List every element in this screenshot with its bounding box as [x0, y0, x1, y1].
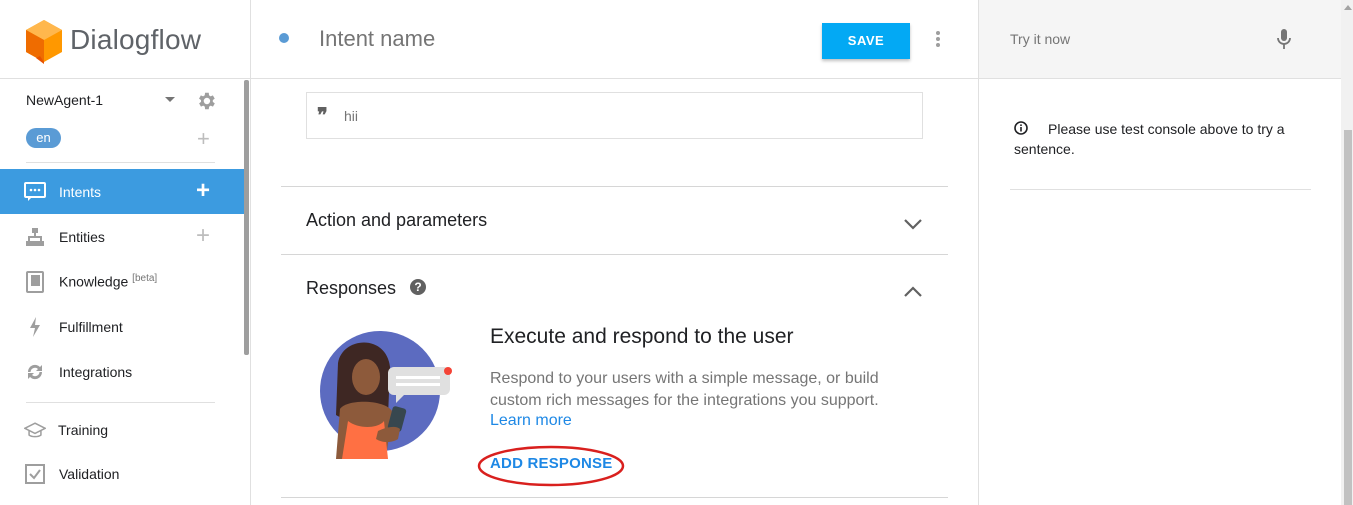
graduation-cap-icon [24, 419, 46, 441]
responses-empty-description: Respond to your users with a simple mess… [490, 370, 879, 409]
help-icon[interactable]: ? [410, 279, 426, 295]
sidebar-item-integrations[interactable]: Integrations [0, 349, 244, 394]
divider [26, 162, 215, 163]
save-button[interactable]: SAVE [822, 23, 910, 59]
test-console-info-text: Please use test console above to try a s… [1014, 121, 1285, 157]
learn-more-link[interactable]: Learn more [490, 412, 572, 430]
sidebar-item-label: Validation [59, 465, 120, 482]
sidebar: Dialogflow NewAgent-1 en + Intents + Ent… [0, 0, 251, 505]
intent-name-input[interactable]: Intent name [319, 26, 435, 52]
intent-status-dot [279, 33, 289, 43]
action-parameters-title[interactable]: Action and parameters [306, 210, 487, 231]
right-panel-scrollbar[interactable] [1341, 0, 1353, 505]
sidebar-item-entities[interactable]: Entities + [0, 214, 244, 259]
test-console-panel: Try it now Please use test console above… [978, 0, 1353, 505]
logo[interactable]: Dialogflow [0, 0, 250, 79]
test-console-bar: Try it now [979, 0, 1341, 79]
add-language-icon[interactable]: + [197, 128, 210, 150]
language-badge[interactable]: en [26, 128, 61, 148]
divider [1010, 189, 1311, 190]
chevron-up-icon[interactable] [903, 286, 923, 298]
dialogflow-logo-icon [26, 20, 62, 64]
divider [281, 497, 948, 498]
try-it-now-input[interactable]: Try it now [1010, 31, 1070, 47]
checkbox-icon [24, 463, 46, 485]
scrollbar-thumb[interactable] [1344, 130, 1352, 505]
sidebar-item-label: Knowledge [beta] [59, 273, 158, 290]
responses-illustration [320, 331, 452, 459]
gear-icon[interactable] [195, 90, 217, 112]
add-intent-icon[interactable]: + [196, 179, 210, 203]
sidebar-item-label: Fulfillment [59, 318, 123, 335]
microphone-icon[interactable] [1277, 28, 1291, 50]
add-entity-icon[interactable]: + [196, 224, 210, 248]
divider [281, 186, 948, 187]
chevron-down-icon[interactable] [903, 218, 923, 230]
chat-icon [24, 181, 46, 203]
more-vert-icon[interactable] [935, 30, 941, 48]
intent-header: Intent name SAVE [251, 0, 978, 79]
app-name: Dialogflow [70, 24, 202, 55]
divider [281, 254, 948, 255]
sidebar-item-training[interactable]: Training [0, 407, 244, 452]
sidebar-item-fulfillment[interactable]: Fulfillment [0, 304, 244, 349]
agent-selector[interactable]: NewAgent-1 [26, 92, 103, 108]
sidebar-item-label: Integrations [59, 363, 133, 380]
hierarchy-icon [24, 226, 46, 248]
add-response-button[interactable]: ADD RESPONSE [490, 455, 612, 472]
sidebar-item-intents[interactable]: Intents + [0, 169, 244, 214]
training-phrase-text[interactable]: hii [344, 108, 358, 124]
sidebar-scrollbar[interactable] [244, 80, 249, 355]
sidebar-item-validation[interactable]: Validation [0, 451, 244, 496]
chevron-down-icon[interactable] [165, 97, 175, 102]
responses-title[interactable]: Responses [306, 278, 396, 299]
training-phrase-row[interactable]: ❞ hii [306, 92, 923, 139]
bolt-icon [24, 316, 46, 338]
responses-empty-title: Execute and respond to the user [490, 325, 794, 348]
beta-tag: [beta] [132, 273, 158, 285]
book-icon [24, 270, 46, 293]
quote-icon: ❞ [317, 105, 328, 127]
sidebar-item-label: Entities [59, 228, 105, 245]
sidebar-item-knowledge[interactable]: Knowledge [beta] [0, 259, 244, 304]
sidebar-item-label: Training [58, 421, 109, 438]
sidebar-item-label: Intents [59, 183, 102, 200]
scroll-up-icon[interactable] [1344, 5, 1352, 10]
sync-icon [24, 361, 46, 383]
divider [26, 402, 215, 403]
